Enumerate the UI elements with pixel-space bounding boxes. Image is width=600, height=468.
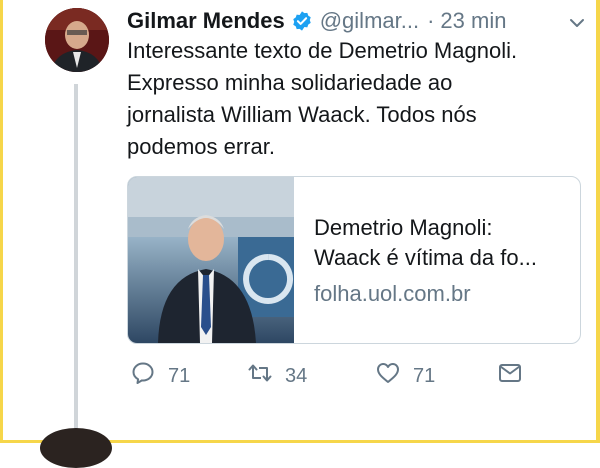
- tweet-text: Interessante texto de Demetrio Magnoli. …: [127, 38, 518, 159]
- chevron-down-icon[interactable]: [568, 12, 586, 30]
- retweet-count: 34: [285, 364, 308, 387]
- author-avatar-image: [45, 8, 109, 72]
- retweet-button[interactable]: 34: [247, 360, 307, 392]
- link-preview-image: [128, 177, 294, 343]
- direct-message-button[interactable]: [497, 360, 535, 392]
- thread-line: [74, 84, 78, 436]
- link-preview-title[interactable]: Demetrio Magnoli: Waack é vítima da fo..…: [314, 213, 570, 273]
- separator-dot: ·: [427, 8, 435, 33]
- direct-message-icon: [497, 360, 535, 392]
- retweet-icon: [247, 360, 285, 392]
- like-button[interactable]: 71: [375, 360, 435, 392]
- link-preview-card[interactable]: Demetrio Magnoli: Waack é vítima da fo..…: [127, 176, 581, 344]
- reply-icon: [130, 360, 168, 392]
- link-preview-domain: folha.uol.com.br: [314, 281, 471, 306]
- author-handle[interactable]: @gilmar...: [320, 8, 419, 34]
- author-name[interactable]: Gilmar Mendes: [127, 8, 285, 34]
- like-count: 71: [413, 364, 436, 387]
- link-preview-text: Demetrio Magnoli: Waack é vítima da fo..…: [314, 213, 570, 309]
- tweet-timestamp[interactable]: 23 min: [440, 8, 506, 34]
- like-icon: [375, 360, 413, 392]
- tweet-header: Gilmar Mendes @gilmar... · 23 min: [127, 6, 588, 36]
- reply-button[interactable]: 71: [130, 360, 190, 392]
- reply-count: 71: [168, 364, 191, 387]
- author-avatar[interactable]: [45, 8, 109, 72]
- verified-badge-icon: [291, 10, 313, 32]
- tweet-actions: 71 34 71: [127, 360, 582, 390]
- next-tweet-avatar[interactable]: [40, 428, 112, 468]
